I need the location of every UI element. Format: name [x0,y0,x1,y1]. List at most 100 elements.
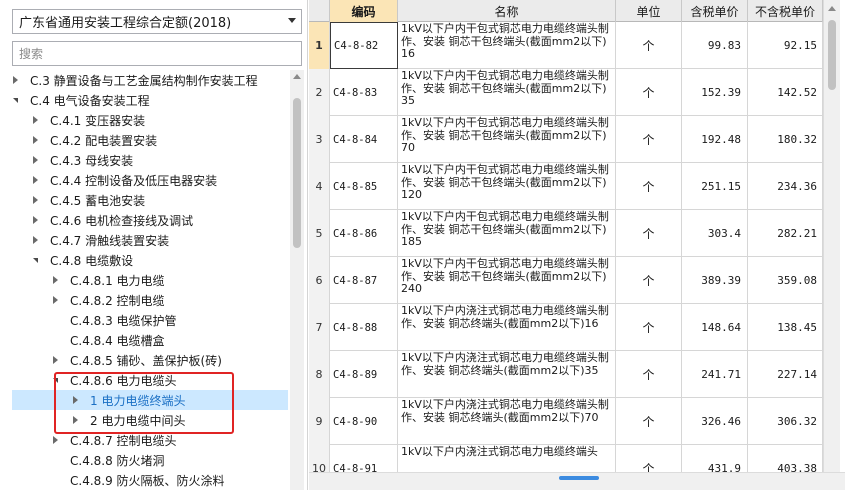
row-unit[interactable]: 个 [616,351,682,398]
row-name[interactable]: 1kV以下户内浇注式铜芯电力电缆终端头制作、安装 铜芯终端头(截面mm2以下)7… [398,398,616,445]
expanded-arrow-icon[interactable] [50,375,60,385]
tree-scrollbar-thumb[interactable] [293,98,301,248]
row-code[interactable]: C4-8-88 [330,304,398,351]
grid-vertical-scrollbar[interactable] [823,0,840,472]
tree-item[interactable]: C.4.8.1 电力电缆 [12,270,288,290]
tree-item[interactable]: C.4.2 配电装置安装 [12,130,288,150]
row-name[interactable]: 1kV以下户内浇注式铜芯电力电缆终端头制作、安装 铜芯终端头(截面mm2以下)1… [398,304,616,351]
collapsed-arrow-icon[interactable] [70,395,80,405]
row-unit[interactable]: 个 [616,257,682,304]
tree-item[interactable]: C.4.8.8 防火堵洞 [12,450,288,470]
row-notax-price[interactable]: 138.45 [748,304,823,351]
header-code[interactable]: 编码 [330,0,398,22]
row-name[interactable]: 1kV以下户内浇注式铜芯电力电缆终端头 [398,445,616,472]
row-unit[interactable]: 个 [616,445,682,472]
expanded-arrow-icon[interactable] [30,255,40,265]
row-notax-price[interactable]: 92.15 [748,22,823,69]
row-notax-price[interactable]: 403.38 [748,445,823,472]
row-unit[interactable]: 个 [616,22,682,69]
row-name[interactable]: 1kV以下户内干包式铜芯电力电缆终端头制作、安装 铜芯干包终端头(截面mm2以下… [398,69,616,116]
row-unit[interactable]: 个 [616,116,682,163]
table-row[interactable]: 1 C4-8-82 1kV以下户内干包式铜芯电力电缆终端头制作、安装 铜芯干包终端头… [309,22,823,69]
scroll-up-icon[interactable] [828,6,836,11]
row-tax-price[interactable]: 99.83 [682,22,748,69]
tree-item[interactable]: C.4.4 控制设备及低压电器安装 [12,170,288,190]
expanded-arrow-icon[interactable] [12,95,20,105]
row-name[interactable]: 1kV以下户内干包式铜芯电力电缆终端头制作、安装 铜芯干包终端头(截面mm2以下… [398,210,616,257]
row-tax-price[interactable]: 251.15 [682,163,748,210]
row-code[interactable]: C4-8-83 [330,69,398,116]
tree-item[interactable]: C.4.7 滑触线装置安装 [12,230,288,250]
table-row[interactable]: 10 C4-8-91 1kV以下户内浇注式铜芯电力电缆终端头个 431.9 403.38 [309,445,823,472]
quota-library-dropdown[interactable]: 广东省通用安装工程综合定额(2018) [12,9,302,34]
row-code[interactable]: C4-8-84 [330,116,398,163]
row-name[interactable]: 1kV以下户内干包式铜芯电力电缆终端头制作、安装 铜芯干包终端头(截面mm2以下… [398,116,616,163]
table-row[interactable]: 9 C4-8-90 1kV以下户内浇注式铜芯电力电缆终端头制作、安装 铜芯终端头(截… [309,398,823,445]
tree-item[interactable]: 1 电力电缆终端头 [12,390,288,410]
row-notax-price[interactable]: 180.32 [748,116,823,163]
row-code[interactable]: C4-8-87 [330,257,398,304]
collapsed-arrow-icon[interactable] [30,235,40,245]
row-unit[interactable]: 个 [616,210,682,257]
row-name[interactable]: 1kV以下户内干包式铜芯电力电缆终端头制作、安装 铜芯干包终端头(截面mm2以下… [398,163,616,210]
row-notax-price[interactable]: 234.36 [748,163,823,210]
collapsed-arrow-icon[interactable] [30,115,40,125]
grid-vertical-scrollbar-thumb[interactable] [828,20,836,90]
row-code[interactable]: C4-8-85 [330,163,398,210]
collapsed-arrow-icon[interactable] [30,175,40,185]
header-unit[interactable]: 单位 [616,0,682,22]
collapsed-arrow-icon[interactable] [30,195,40,205]
row-code[interactable]: C4-8-91 [330,445,398,472]
tree-item[interactable]: C.4.1 变压器安装 [12,110,288,130]
scroll-up-icon[interactable] [293,74,301,79]
tree-item[interactable]: C.4.5 蓄电池安装 [12,190,288,210]
collapsed-arrow-icon[interactable] [50,275,60,285]
tree-item[interactable]: C.4 电气设备安装工程 [12,90,288,110]
tree-item[interactable]: C.4.8.7 控制电缆头 [12,430,288,450]
row-unit[interactable]: 个 [616,163,682,210]
row-notax-price[interactable]: 306.32 [748,398,823,445]
chevron-down-icon[interactable] [288,18,296,23]
table-row[interactable]: 7 C4-8-88 1kV以下户内浇注式铜芯电力电缆终端头制作、安装 铜芯终端头(截… [309,304,823,351]
row-unit[interactable]: 个 [616,69,682,116]
row-name[interactable]: 1kV以下户内浇注式铜芯电力电缆终端头制作、安装 铜芯终端头(截面mm2以下)3… [398,351,616,398]
tree-item[interactable]: C.4.8.3 电缆保护管 [12,310,288,330]
header-tax-price[interactable]: 含税单价 [682,0,748,22]
row-notax-price[interactable]: 359.08 [748,257,823,304]
row-tax-price[interactable]: 152.39 [682,69,748,116]
collapsed-arrow-icon[interactable] [30,155,40,165]
tree-item[interactable]: C.4.6 电机检查接线及调试 [12,210,288,230]
table-row[interactable]: 2 C4-8-83 1kV以下户内干包式铜芯电力电缆终端头制作、安装 铜芯干包终端头… [309,69,823,116]
row-code[interactable]: C4-8-86 [330,210,398,257]
row-tax-price[interactable]: 431.9 [682,445,748,472]
collapsed-arrow-icon[interactable] [12,75,20,85]
row-notax-price[interactable]: 227.14 [748,351,823,398]
grid-horizontal-scrollbar-thumb[interactable] [559,476,599,480]
header-name[interactable]: 名称 [398,0,616,22]
collapsed-arrow-icon[interactable] [70,415,80,425]
row-code[interactable]: C4-8-89 [330,351,398,398]
table-row[interactable]: 6 C4-8-87 1kV以下户内干包式铜芯电力电缆终端头制作、安装 铜芯干包终端头… [309,257,823,304]
tree-item[interactable]: C.4.8 电缆敷设 [12,250,288,270]
table-row[interactable]: 4 C4-8-85 1kV以下户内干包式铜芯电力电缆终端头制作、安装 铜芯干包终端头… [309,163,823,210]
row-unit[interactable]: 个 [616,398,682,445]
grid-horizontal-scrollbar[interactable] [309,472,845,490]
row-code[interactable]: C4-8-82 [330,22,398,69]
row-notax-price[interactable]: 142.52 [748,69,823,116]
search-input[interactable] [12,41,302,66]
tree-item[interactable]: C.4.3 母线安装 [12,150,288,170]
collapsed-arrow-icon[interactable] [30,135,40,145]
row-tax-price[interactable]: 389.39 [682,257,748,304]
table-row[interactable]: 8 C4-8-89 1kV以下户内浇注式铜芯电力电缆终端头制作、安装 铜芯终端头(截… [309,351,823,398]
row-code[interactable]: C4-8-90 [330,398,398,445]
tree-scrollbar[interactable] [290,70,304,490]
row-tax-price[interactable]: 241.71 [682,351,748,398]
tree-item[interactable]: C.4.8.4 电缆槽盒 [12,330,288,350]
collapsed-arrow-icon[interactable] [50,355,60,365]
row-tax-price[interactable]: 326.46 [682,398,748,445]
tree-item[interactable]: C.4.8.6 电力电缆头 [12,370,288,390]
row-notax-price[interactable]: 282.21 [748,210,823,257]
tree-item[interactable]: C.4.8.5 铺砂、盖保护板(砖) [12,350,288,370]
collapsed-arrow-icon[interactable] [30,215,40,225]
row-name[interactable]: 1kV以下户内干包式铜芯电力电缆终端头制作、安装 铜芯干包终端头(截面mm2以下… [398,22,616,69]
